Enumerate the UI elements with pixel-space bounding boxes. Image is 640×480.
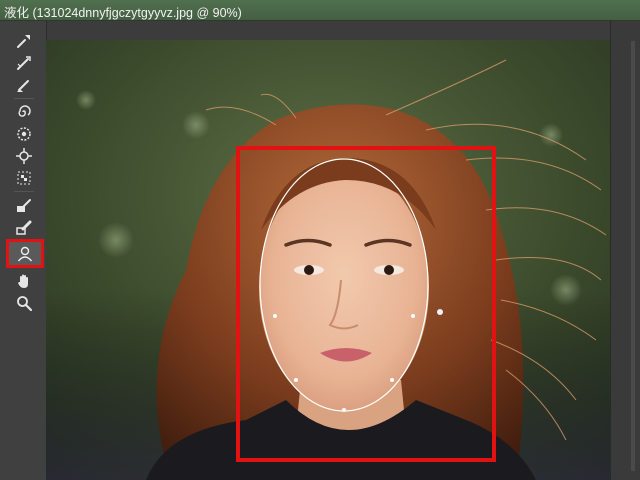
zoom-tool[interactable] [11, 293, 37, 313]
twirl-icon [18, 105, 31, 117]
toolbar-separator [14, 98, 34, 99]
canvas-frame [46, 40, 610, 480]
face-outline-handle[interactable] [390, 378, 394, 382]
push-left-icon [17, 171, 31, 185]
face-tool[interactable] [6, 239, 44, 268]
face-icon [17, 246, 33, 261]
face-outline-handle[interactable] [411, 314, 415, 318]
pucker-tool[interactable] [11, 124, 37, 144]
freeze-mask-tool[interactable] [11, 196, 37, 216]
liquify-toolbar [0, 21, 47, 480]
canvas-top-gutter [46, 21, 610, 40]
bloat-icon [16, 148, 32, 164]
vertical-scrollbar[interactable] [631, 41, 635, 471]
push-left-tool[interactable] [11, 168, 37, 188]
thaw-mask-tool[interactable] [11, 218, 37, 238]
reconstruct-icon [17, 56, 31, 70]
reconstruct-tool[interactable] [11, 53, 37, 73]
twirl-clockwise-tool[interactable] [11, 102, 37, 122]
portrait-photo [46, 40, 610, 480]
window-title: 液化 (131024dnnyfjgczytgyyvz.jpg @ 90%) [4, 6, 242, 20]
forward-warp-icon [17, 35, 30, 48]
bloat-tool[interactable] [11, 146, 37, 166]
toolbar-separator [14, 191, 34, 192]
face-outline-handle[interactable] [294, 378, 298, 382]
pucker-icon [17, 127, 31, 141]
smooth-icon [17, 80, 29, 92]
freeze-mask-icon [17, 199, 31, 212]
image-canvas[interactable] [46, 40, 610, 480]
forward-warp-tool[interactable] [11, 31, 37, 51]
face-outline-handle[interactable] [273, 314, 277, 318]
thaw-mask-icon [16, 220, 32, 235]
zoom-icon [17, 296, 33, 312]
smooth-tool[interactable] [11, 75, 37, 95]
face-outline-handle[interactable] [342, 408, 346, 412]
right-scroll-gutter [610, 21, 640, 480]
hand-icon [18, 274, 28, 288]
title-bar: 液化 (131024dnnyfjgczytgyyvz.jpg @ 90%) [0, 0, 640, 21]
hand-tool[interactable] [11, 271, 37, 291]
